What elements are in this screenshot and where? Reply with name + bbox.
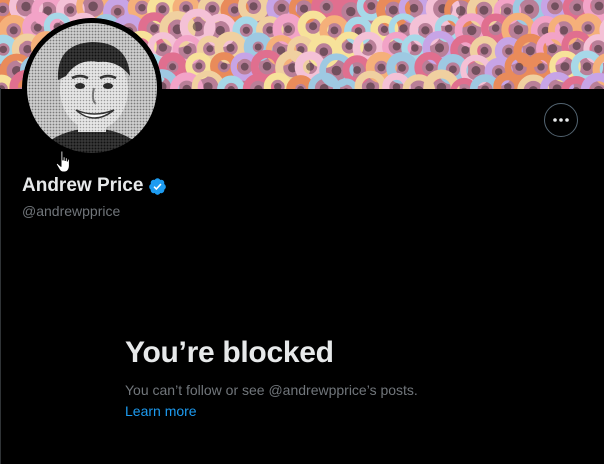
avatar-image xyxy=(22,18,162,158)
cereal-ring-hole xyxy=(584,24,592,32)
cereal-ring-hole xyxy=(392,42,401,51)
hand-pointer-cursor-icon xyxy=(55,150,70,173)
display-name: Andrew Price xyxy=(22,175,144,196)
cereal-ring-hole xyxy=(230,6,239,14)
blocked-description: You can’t follow or see @andrewpprice’s … xyxy=(125,382,418,398)
cereal-ring-hole xyxy=(456,6,466,16)
cereal-ring-hole xyxy=(594,44,603,54)
cereal-ring-hole xyxy=(524,4,534,14)
cereal-ring-hole xyxy=(505,47,513,55)
cereal-ring-hole xyxy=(169,63,177,71)
cereal-ring-hole xyxy=(33,23,42,32)
profile-page: Andrew Price @andrewpprice You’re blocke… xyxy=(0,0,604,464)
profile-avatar[interactable] xyxy=(22,18,162,158)
cereal-ring-hole xyxy=(284,25,293,34)
cereal-ring-hole xyxy=(319,47,329,56)
cereal-ring-hole xyxy=(206,45,214,53)
cereal-ring-hole xyxy=(9,26,18,35)
cereal-ring-hole xyxy=(573,3,581,12)
cereal-ring-hole xyxy=(399,24,408,33)
cereal-ring-hole xyxy=(421,26,430,35)
cereal-ring-hole xyxy=(364,43,373,52)
cereal-ring-hole xyxy=(158,43,168,52)
more-horizontal-icon xyxy=(553,118,569,122)
cereal-ring-hole xyxy=(380,25,388,33)
cereal-ring-hole xyxy=(66,6,75,14)
cereal-ring-hole xyxy=(150,24,159,33)
cereal-ring-hole xyxy=(353,66,361,74)
cereal-ring-hole xyxy=(559,26,569,35)
cereal-ring-hole xyxy=(367,2,376,11)
cereal-ring-hole xyxy=(582,62,592,71)
cereal-ring-hole xyxy=(572,41,581,51)
cereal-ring-hole xyxy=(479,5,489,15)
cereal-ring-hole xyxy=(548,44,558,54)
cereal-ring-hole xyxy=(113,7,122,16)
cereal-ring-hole xyxy=(503,7,512,15)
cereal-ring-hole xyxy=(515,62,524,71)
cereal-ring-hole xyxy=(560,62,570,72)
cereal-ring-hole xyxy=(182,4,190,12)
cereal-ring-hole xyxy=(322,2,331,11)
cereal-ring-hole xyxy=(461,46,470,54)
cereal-ring-hole xyxy=(309,22,318,31)
cereal-ring-hole xyxy=(513,25,524,35)
cereal-ring-hole xyxy=(195,62,203,70)
cereal-ring-hole xyxy=(158,5,167,14)
learn-more-link[interactable]: Learn more xyxy=(125,403,197,419)
cereal-ring-hole xyxy=(345,42,354,50)
profile-name-row: Andrew Price xyxy=(22,175,167,197)
blocked-title: You’re blocked xyxy=(125,336,334,369)
cereal-ring-hole xyxy=(425,63,434,72)
cereal-ring-hole xyxy=(299,4,309,13)
cereal-ring-hole xyxy=(330,26,339,35)
cereal-ring-hole xyxy=(467,25,477,36)
cereal-ring-hole xyxy=(377,63,386,72)
cereal-ring-hole xyxy=(444,24,453,33)
cereal-ring-hole xyxy=(331,65,342,76)
cereal-ring-hole xyxy=(226,43,235,52)
cereal-ring-hole xyxy=(480,46,489,55)
cereal-ring-hole xyxy=(208,5,217,13)
cereal-ring-hole xyxy=(398,64,406,72)
cereal-ring-hole xyxy=(346,6,356,17)
cereal-ring-hole xyxy=(220,62,228,70)
cereal-ring-hole xyxy=(471,66,481,75)
cereal-ring-hole xyxy=(409,3,419,13)
cereal-ring-hole xyxy=(551,2,559,11)
cereal-ring-hole xyxy=(192,21,203,32)
cereal-ring-hole xyxy=(254,43,262,51)
cereal-ring-hole xyxy=(240,62,249,71)
verified-badge-icon[interactable] xyxy=(148,177,167,196)
more-options-button[interactable] xyxy=(544,103,578,137)
cereal-ring-hole xyxy=(491,24,500,32)
cereal-ring-hole xyxy=(249,2,258,11)
cereal-ring-hole xyxy=(434,43,445,53)
cereal-ring-hole xyxy=(411,44,419,52)
cereal-ring-hole xyxy=(537,63,545,71)
cereal-ring-hole xyxy=(525,46,535,56)
cereal-ring-hole xyxy=(88,1,98,12)
cereal-ring-hole xyxy=(388,5,398,15)
profile-handle: @andrewpprice xyxy=(22,203,121,219)
cereal-ring-hole xyxy=(183,45,192,55)
cereal-ring-hole xyxy=(138,3,146,12)
cereal-ring-hole xyxy=(594,1,604,11)
cereal-ring-hole xyxy=(21,1,31,12)
cereal-ring-hole xyxy=(262,61,272,71)
column-border xyxy=(0,88,1,464)
cereal-ring-hole xyxy=(242,26,250,34)
cereal-ring-hole xyxy=(306,62,315,71)
cereal-ring-hole xyxy=(277,3,286,12)
